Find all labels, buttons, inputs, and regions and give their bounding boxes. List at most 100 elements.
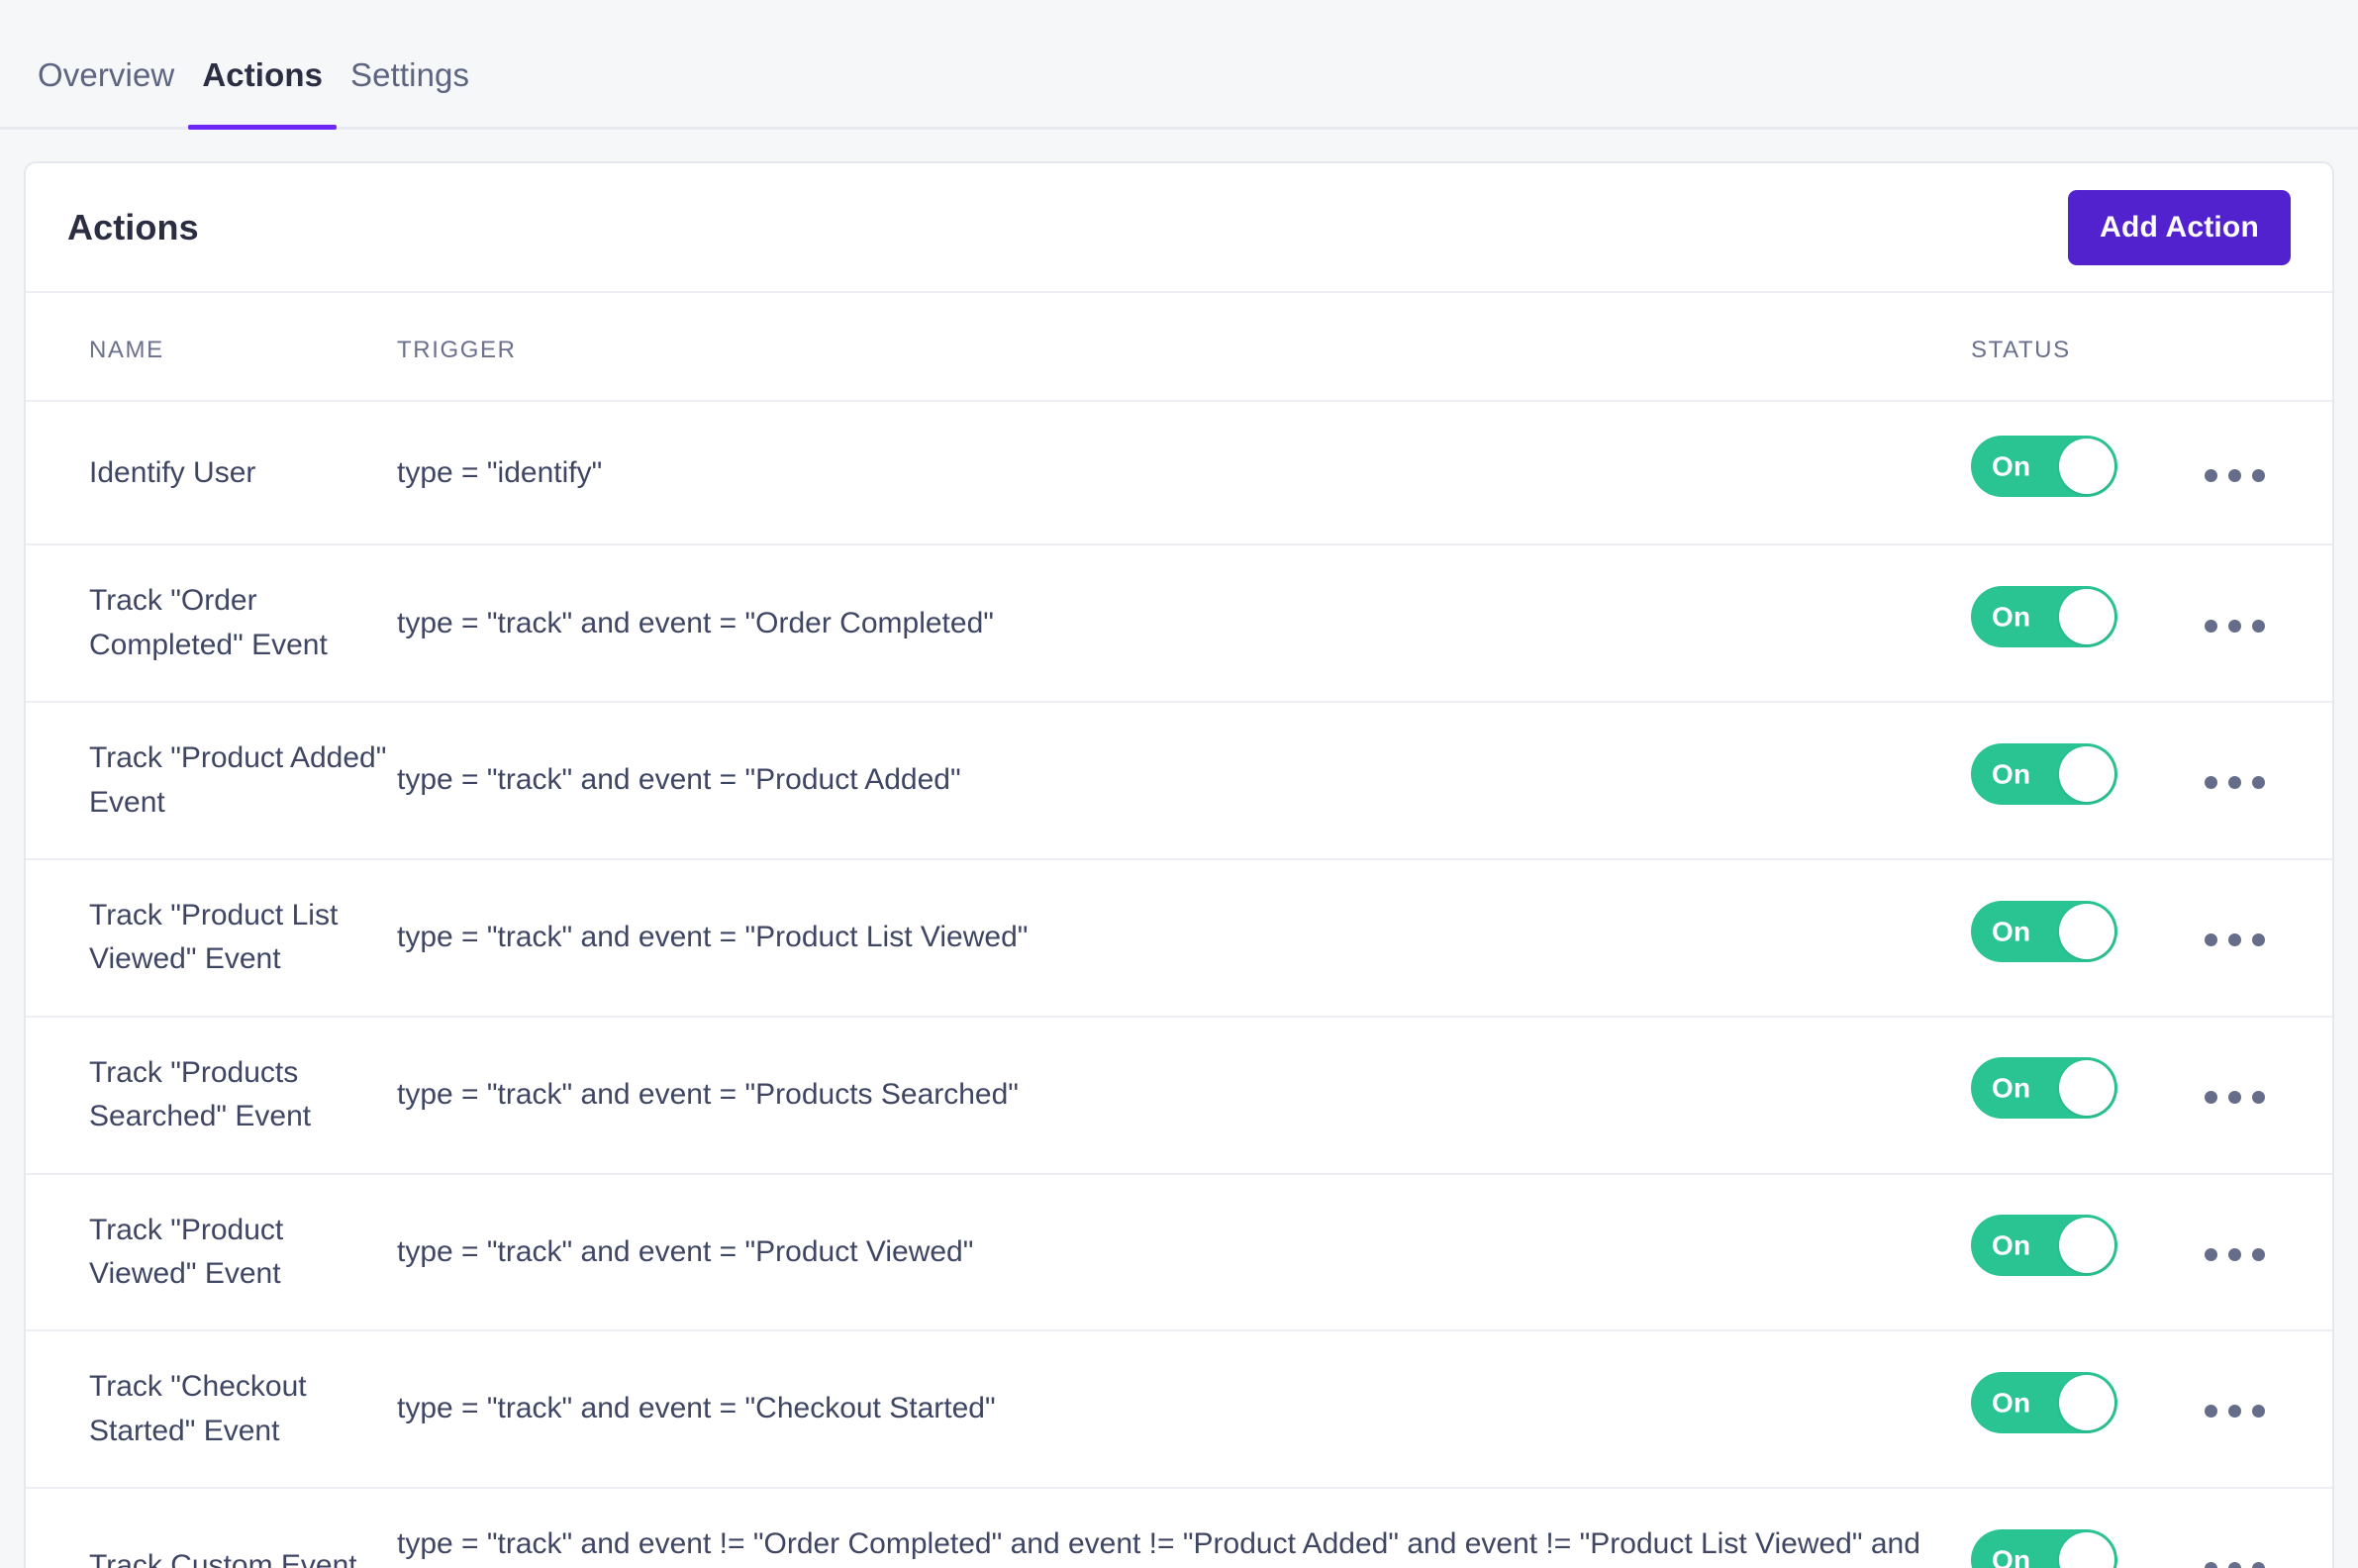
page-title: Actions (67, 206, 199, 247)
action-trigger-text: type = "identify" (397, 455, 603, 489)
overflow-menu-icon[interactable] (2199, 1552, 2271, 1568)
action-name-cell: Track "Product Viewed" Event (26, 1173, 397, 1332)
action-name-cell: Track "Product Added" Event (26, 702, 397, 860)
status-toggle-knob (2059, 1374, 2114, 1430)
status-toggle-label: On (1992, 1229, 2031, 1261)
overflow-menu-dot (2205, 1247, 2217, 1261)
tab-overview-label: Overview (38, 56, 175, 93)
status-toggle-knob (2059, 1218, 2114, 1274)
table-row: Track "Products Searched" Event type = "t… (26, 1016, 2332, 1175)
action-trigger-cell: type = "track" and event = "Order Comple… (397, 544, 1971, 704)
status-toggle[interactable]: On (1971, 742, 2117, 805)
action-trigger-cell: type = "identify" (397, 401, 1971, 546)
overflow-menu-dot (2252, 619, 2265, 633)
overflow-menu-dot (2252, 1247, 2265, 1261)
action-menu-cell (2199, 1173, 2332, 1332)
actions-card: Actions Add Action NAME TRIGGER STATUS I… (24, 161, 2334, 1568)
status-toggle[interactable]: On (1971, 586, 2117, 648)
actions-table: NAME TRIGGER STATUS Identify User type = … (26, 293, 2332, 1568)
table-row: Track "Product List Viewed" Event type = … (26, 858, 2332, 1018)
overflow-menu-dot (2228, 1405, 2241, 1419)
overflow-menu-dot (2228, 468, 2241, 482)
column-header-trigger: TRIGGER (397, 293, 1971, 402)
tab-settings-label: Settings (350, 56, 470, 93)
status-toggle-knob (2059, 439, 2114, 494)
status-toggle-label: On (1992, 450, 2031, 482)
overflow-menu-dot (2228, 933, 2241, 947)
action-status-cell: On (1971, 858, 2199, 1018)
overflow-menu-dot (2252, 776, 2265, 790)
overflow-menu-dot (2252, 468, 2265, 482)
status-toggle[interactable]: On (1971, 436, 2117, 497)
status-toggle-label: On (1992, 1544, 2031, 1568)
action-trigger-cell: type = "track" and event != "Order Compl… (397, 1488, 1971, 1568)
status-toggle[interactable]: On (1971, 1057, 2117, 1120)
overflow-menu-dot (2205, 776, 2217, 790)
status-toggle[interactable]: On (1971, 1371, 2117, 1433)
overflow-menu-icon[interactable] (2199, 1081, 2271, 1114)
action-name-cell: Track "Products Searched" Event (26, 1016, 397, 1175)
action-menu-cell (2199, 702, 2332, 860)
overflow-menu-icon[interactable] (2199, 924, 2271, 956)
status-toggle-label: On (1992, 915, 2031, 946)
action-menu-cell (2199, 1488, 2332, 1568)
table-row: Track "Checkout Started" Event type = "tr… (26, 1330, 2332, 1490)
add-action-button[interactable]: Add Action (2068, 189, 2291, 265)
status-toggle-label: On (1992, 1072, 2031, 1104)
actions-card-container: Actions Add Action NAME TRIGGER STATUS I… (0, 130, 2358, 1568)
column-header-name: NAME (26, 293, 397, 402)
column-header-actions (2199, 293, 2332, 402)
overflow-menu-icon[interactable] (2199, 1238, 2271, 1271)
overflow-menu-dot (2205, 1562, 2217, 1568)
status-toggle-knob (2059, 1531, 2114, 1568)
action-status-cell: On (1971, 544, 2199, 704)
status-toggle[interactable]: On (1971, 1215, 2117, 1277)
overflow-menu-dot (2228, 776, 2241, 790)
action-trigger-cell: type = "track" and event = "Products Sea… (397, 1016, 1971, 1175)
action-trigger-text: type = "track" and event = "Product View… (397, 1234, 974, 1268)
overflow-menu-dot (2252, 1562, 2265, 1568)
action-trigger-cell: type = "track" and event = "Checkout Sta… (397, 1330, 1971, 1490)
status-toggle[interactable]: On (1971, 900, 2117, 962)
tab-overview[interactable]: Overview (24, 58, 188, 127)
status-toggle-knob (2059, 745, 2114, 802)
action-status-cell: On (1971, 1173, 2199, 1332)
status-toggle[interactable]: On (1971, 1528, 2117, 1568)
actions-table-body: Identify User type = "identify" On Track "O… (26, 401, 2332, 1568)
overflow-menu-icon[interactable] (2199, 766, 2271, 799)
action-trigger-text: type = "track" and event = "Product List… (397, 921, 1029, 954)
action-trigger-cell: type = "track" and event = "Product Adde… (397, 702, 1971, 860)
status-toggle-knob (2059, 1060, 2114, 1117)
overflow-menu-dot (2228, 1090, 2241, 1104)
table-row: Track Custom Event type = "track" and eve… (26, 1488, 2332, 1568)
table-header-row: NAME TRIGGER STATUS (26, 293, 2332, 402)
action-menu-cell (2199, 1016, 2332, 1175)
table-row: Identify User type = "identify" On (26, 401, 2332, 546)
action-name-cell: Track "Checkout Started" Event (26, 1330, 397, 1490)
overflow-menu-dot (2252, 1405, 2265, 1419)
action-trigger-cell: type = "track" and event = "Product List… (397, 858, 1971, 1018)
action-name-cell: Track "Order Completed" Event (26, 544, 397, 704)
overflow-menu-icon[interactable] (2199, 1395, 2271, 1427)
tab-actions[interactable]: Actions (188, 56, 337, 130)
overflow-menu-icon[interactable] (2199, 610, 2271, 642)
actions-table-head: NAME TRIGGER STATUS (26, 293, 2332, 402)
action-status-cell: On (1971, 1016, 2199, 1175)
tab-actions-label: Actions (202, 56, 324, 93)
action-status-cell: On (1971, 1488, 2199, 1568)
action-trigger-cell: type = "track" and event = "Product View… (397, 1173, 1971, 1332)
action-menu-cell (2199, 544, 2332, 704)
action-trigger-text: type = "track" and event = "Products Sea… (397, 1077, 1019, 1111)
actions-card-header: Actions Add Action (26, 163, 2332, 293)
action-name-cell: Track Custom Event (26, 1488, 397, 1568)
action-menu-cell (2199, 858, 2332, 1018)
action-trigger-text: type = "track" and event = "Checkout Sta… (397, 1392, 996, 1425)
overflow-menu-dot (2205, 619, 2217, 633)
overflow-menu-dot (2228, 619, 2241, 633)
tab-bar: Overview Actions Settings (0, 0, 2358, 130)
overflow-menu-dot (2228, 1247, 2241, 1261)
table-row: Track "Product Added" Event type = "track… (26, 702, 2332, 860)
overflow-menu-icon[interactable] (2199, 459, 2271, 492)
tab-settings[interactable]: Settings (337, 58, 483, 127)
action-status-cell: On (1971, 401, 2199, 546)
